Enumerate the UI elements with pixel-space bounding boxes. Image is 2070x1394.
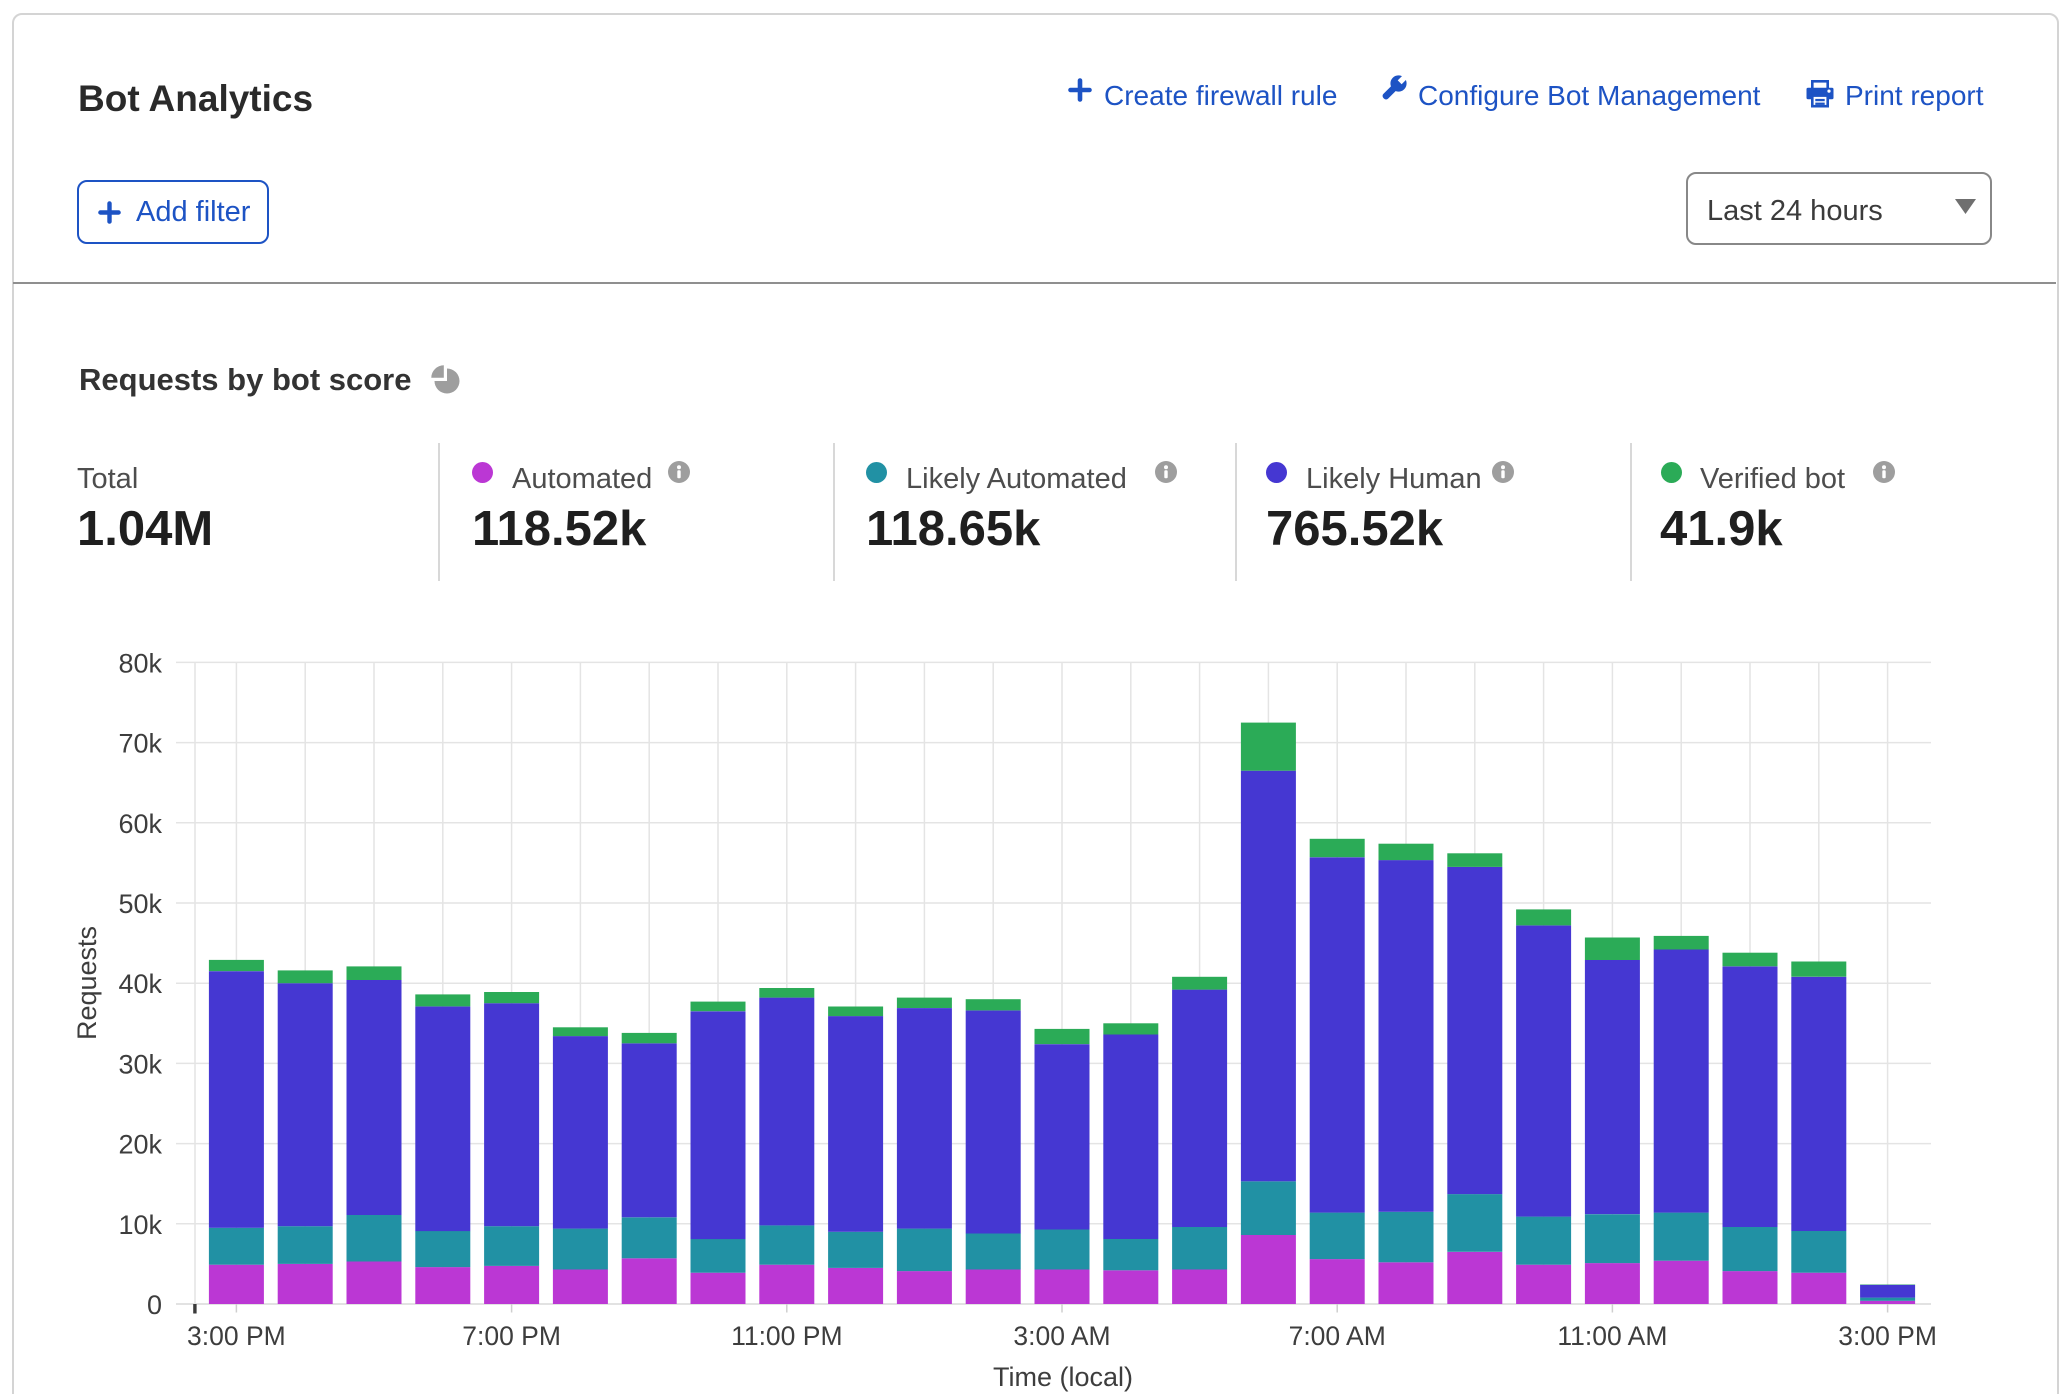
svg-text:10k: 10k <box>118 1210 162 1240</box>
svg-text:Requests: Requests <box>72 926 102 1040</box>
svg-text:7:00 PM: 7:00 PM <box>462 1321 561 1351</box>
svg-text:0: 0 <box>147 1290 162 1320</box>
svg-text:40k: 40k <box>118 969 162 999</box>
svg-text:3:00 AM: 3:00 AM <box>1013 1321 1110 1351</box>
svg-text:70k: 70k <box>118 729 162 759</box>
svg-text:Time (local): Time (local) <box>993 1362 1133 1392</box>
svg-text:20k: 20k <box>118 1130 162 1160</box>
svg-text:11:00 PM: 11:00 PM <box>731 1321 842 1351</box>
svg-text:11:00 AM: 11:00 AM <box>1557 1321 1667 1351</box>
svg-text:3:00 PM: 3:00 PM <box>187 1321 286 1351</box>
svg-text:80k: 80k <box>118 648 162 678</box>
svg-text:30k: 30k <box>118 1049 162 1079</box>
svg-text:50k: 50k <box>118 889 162 919</box>
svg-text:3:00 PM: 3:00 PM <box>1838 1321 1937 1351</box>
svg-text:7:00 AM: 7:00 AM <box>1289 1321 1386 1351</box>
svg-text:60k: 60k <box>118 809 162 839</box>
